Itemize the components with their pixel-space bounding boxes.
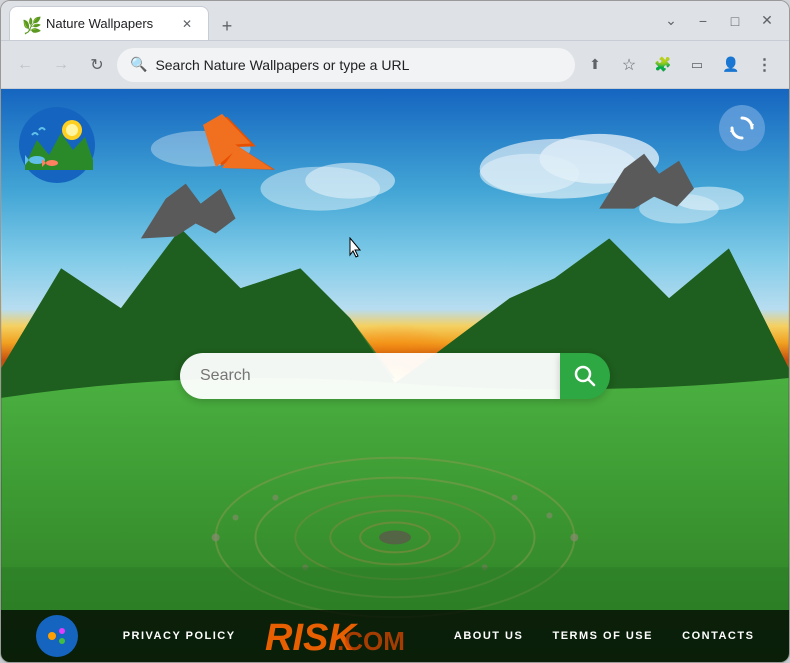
- footer-ball-icon: [36, 615, 78, 657]
- search-icon: [574, 365, 596, 387]
- sidebar-button[interactable]: ▭: [681, 49, 713, 81]
- tab-title: Nature Wallpapers: [46, 16, 170, 31]
- search-input[interactable]: [200, 367, 540, 385]
- window-controls: ⌄ − □ ✕: [657, 7, 781, 35]
- search-overlay: [180, 353, 610, 399]
- svg-text:.COM: .COM: [337, 626, 405, 656]
- menu-button[interactable]: ⋮: [749, 49, 781, 81]
- extension-icon[interactable]: [17, 105, 97, 185]
- tab-favicon-icon: 🌿: [22, 16, 38, 32]
- nav-bar: ← → ↻ 🔍 Search Nature Wallpapers or type…: [1, 41, 789, 89]
- about-us-link[interactable]: ABOUT US: [454, 630, 523, 642]
- maximize-button[interactable]: □: [721, 7, 749, 35]
- bookmark-button[interactable]: ☆: [613, 49, 645, 81]
- chevron-down-button[interactable]: ⌄: [657, 7, 685, 35]
- address-bar[interactable]: 🔍 Search Nature Wallpapers or type a URL: [117, 48, 575, 82]
- address-text: Search Nature Wallpapers or type a URL: [155, 57, 562, 73]
- contacts-link[interactable]: CONTACTS: [682, 630, 754, 642]
- active-tab[interactable]: 🌿 Nature Wallpapers ✕: [9, 6, 209, 40]
- minimize-button[interactable]: −: [689, 7, 717, 35]
- share-button[interactable]: ⬆: [579, 49, 611, 81]
- browser-content: PRIVACY POLICY RISK .COM ABOUT US TERMS …: [1, 89, 789, 662]
- refresh-button[interactable]: ↻: [81, 49, 113, 81]
- search-input-wrapper: [180, 353, 560, 399]
- privacy-policy-link[interactable]: PRIVACY POLICY: [123, 630, 236, 642]
- content-refresh-icon[interactable]: [719, 105, 765, 151]
- footer-brand-logo: RISK .COM: [265, 614, 425, 658]
- new-tab-button[interactable]: +: [213, 12, 241, 40]
- back-button[interactable]: ←: [9, 49, 41, 81]
- address-search-icon: 🔍: [130, 56, 147, 73]
- title-bar: 🌿 Nature Wallpapers ✕ + ⌄ − □ ✕: [1, 1, 789, 41]
- close-button[interactable]: ✕: [753, 7, 781, 35]
- arrow-indicator: [191, 107, 281, 197]
- nav-actions: ⬆ ☆ 🧩 ▭ 👤 ⋮: [579, 49, 781, 81]
- footer-bar: PRIVACY POLICY RISK .COM ABOUT US TERMS …: [1, 610, 789, 662]
- tab-close-button[interactable]: ✕: [178, 15, 196, 33]
- extensions-button[interactable]: 🧩: [647, 49, 679, 81]
- tab-area: 🌿 Nature Wallpapers ✕ +: [9, 1, 653, 40]
- search-button[interactable]: [560, 353, 610, 399]
- forward-button[interactable]: →: [45, 49, 77, 81]
- terms-of-use-link[interactable]: TERMS OF USE: [552, 630, 653, 642]
- profile-button[interactable]: 👤: [715, 49, 747, 81]
- browser-window: 🌿 Nature Wallpapers ✕ + ⌄ − □ ✕ ← → ↻ 🔍 …: [0, 0, 790, 663]
